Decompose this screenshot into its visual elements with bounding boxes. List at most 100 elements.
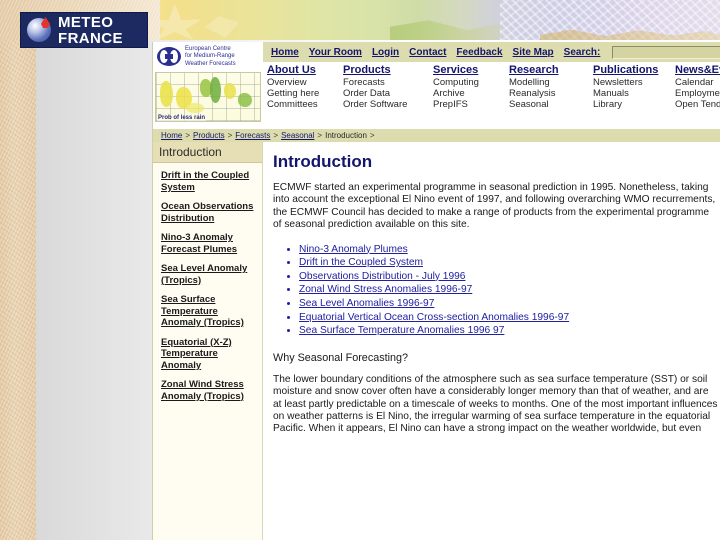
meteo-france-globe-icon [24, 15, 54, 45]
secondary-nav-columns: About Us Overview Getting here Committee… [263, 62, 720, 128]
link-nino3-anomaly-plumes[interactable]: Nino-3 Anomaly Plumes [299, 244, 408, 255]
nav-item-overview[interactable]: Overview [267, 77, 341, 88]
sidebar-item-nino3-forecast-plumes[interactable]: Nino-3 Anomaly Forecast Plumes [161, 232, 258, 255]
breadcrumb-item-current: Introduction [325, 131, 367, 140]
nav-site-map-link[interactable]: Site Map [513, 47, 554, 58]
sidebar-item-drift-coupled-system[interactable]: Drift in the Coupled System [161, 170, 258, 193]
map-caption: Prob of less rain [157, 115, 207, 121]
slide-canvas: METEO FRANCE European Centre for Medium-… [0, 0, 720, 540]
ecmwf-org-line2: for Medium-Range [185, 53, 235, 60]
list-item: Equatorial Vertical Ocean Cross-section … [299, 312, 718, 325]
nav-heading-services[interactable]: Services [433, 64, 507, 76]
nav-heading-products[interactable]: Products [343, 64, 431, 76]
map-anomaly-blob [160, 81, 173, 107]
nav-heading-research[interactable]: Research [509, 64, 591, 76]
breadcrumb-separator: > [227, 131, 233, 140]
ecmwf-org-name: European Centre for Medium-Range Weather… [185, 46, 236, 69]
map-anomaly-blob [210, 77, 221, 103]
nav-column-services: Services Computing Archive PrepIFS [433, 64, 507, 128]
nav-item-forecasts[interactable]: Forecasts [343, 77, 431, 88]
link-observations-distribution[interactable]: Observations Distribution - July 1996 [299, 271, 465, 282]
nav-item-calendar[interactable]: Calendar [675, 77, 720, 88]
nav-search-label[interactable]: Search: [564, 47, 601, 58]
nav-home-link[interactable]: Home [271, 47, 299, 58]
list-item: Sea Surface Temperature Anomalies 1996 9… [299, 325, 718, 338]
nav-your-room-link[interactable]: Your Room [309, 47, 362, 58]
nav-item-open-tenders[interactable]: Open Tenders [675, 99, 720, 110]
nav-item-computing[interactable]: Computing [433, 77, 507, 88]
nav-heading-about-us[interactable]: About Us [267, 64, 341, 76]
page-body: Introduction Drift in the Coupled System… [153, 142, 720, 540]
main-content: Introduction ECMWF started an experiment… [263, 142, 720, 540]
breadcrumb-item-home[interactable]: Home [161, 131, 182, 140]
nav-item-order-data[interactable]: Order Data [343, 88, 431, 99]
nav-heading-publications[interactable]: Publications [593, 64, 673, 76]
sidebar-item-sea-level-anomaly[interactable]: Sea Level Anomaly (Tropics) [161, 263, 258, 286]
breadcrumb-item-products[interactable]: Products [193, 131, 225, 140]
list-item: Zonal Wind Stress Anomalies 1996-97 [299, 284, 718, 297]
site-navigation: Home Your Room Login Contact Feedback Si… [263, 42, 720, 128]
nav-column-news-events: News&Events Calendar Employment Open Ten… [675, 64, 720, 128]
link-zonal-wind-stress-anomalies[interactable]: Zonal Wind Stress Anomalies 1996-97 [299, 284, 472, 295]
link-equatorial-cross-section[interactable]: Equatorial Vertical Ocean Cross-section … [299, 312, 569, 323]
nav-contact-link[interactable]: Contact [409, 47, 446, 58]
breadcrumb-separator: > [369, 131, 375, 140]
sidebar-item-sst-anomaly[interactable]: Sea Surface Temperature Anomaly (Tropics… [161, 294, 258, 329]
ecmwf-org-line3: Weather Forecasts [185, 60, 236, 67]
nav-item-getting-here[interactable]: Getting here [267, 88, 341, 99]
nav-heading-news-events[interactable]: News&Events [675, 64, 720, 76]
nav-item-archive[interactable]: Archive [433, 88, 507, 99]
map-anomaly-blob [224, 83, 236, 99]
meteo-france-logo-line2: FRANCE [58, 29, 123, 47]
ecmwf-webpage: European Centre for Medium-Range Weather… [152, 42, 720, 540]
breadcrumb-item-forecasts[interactable]: Forecasts [235, 131, 270, 140]
nav-item-order-software[interactable]: Order Software [343, 99, 431, 110]
primary-nav-bar: Home Your Room Login Contact Feedback Si… [263, 42, 720, 62]
nav-item-committees[interactable]: Committees [267, 99, 341, 110]
nav-item-newsletters[interactable]: Newsletters [593, 77, 673, 88]
breadcrumb-item-seasonal[interactable]: Seasonal [281, 131, 314, 140]
section-subheading: Why Seasonal Forecasting? [273, 351, 409, 364]
nav-item-modelling[interactable]: Modelling [509, 77, 591, 88]
ecmwf-brand-block: European Centre for Medium-Range Weather… [153, 42, 263, 128]
nav-item-prepifs[interactable]: PrepIFS [433, 99, 507, 110]
list-item: Nino-3 Anomaly Plumes [299, 244, 718, 257]
forecast-map-thumbnail[interactable]: Prob of less rain [155, 72, 261, 122]
link-drift-coupled-system[interactable]: Drift in the Coupled System [299, 257, 423, 268]
sidebar-link-list: Drift in the Coupled System Ocean Observ… [153, 163, 262, 402]
nav-login-link[interactable]: Login [372, 47, 399, 58]
link-sst-anomalies[interactable]: Sea Surface Temperature Anomalies 1996 9… [299, 325, 504, 336]
search-input[interactable] [612, 45, 720, 59]
nav-column-products: Products Forecasts Order Data Order Soft… [343, 64, 431, 128]
product-link-list: Nino-3 Anomaly Plumes Drift in the Coupl… [273, 244, 718, 338]
meteo-france-logo-line1: METEO [58, 13, 114, 31]
nav-item-employment[interactable]: Employment [675, 88, 720, 99]
list-item: Sea Level Anomalies 1996-97 [299, 298, 718, 311]
nav-item-seasonal[interactable]: Seasonal [509, 99, 591, 110]
nav-item-manuals[interactable]: Manuals [593, 88, 673, 99]
left-sidebar: Introduction Drift in the Coupled System… [153, 142, 263, 540]
breadcrumb-separator: > [273, 131, 279, 140]
meteo-france-logo: METEO FRANCE [20, 12, 148, 48]
body-paragraph: The lower boundary conditions of the atm… [273, 373, 718, 435]
map-anomaly-blob [186, 103, 204, 113]
sidebar-item-zonal-wind-stress[interactable]: Zonal Wind Stress Anomaly (Tropics) [161, 379, 258, 402]
list-item: Drift in the Coupled System [299, 257, 718, 270]
nav-column-about-us: About Us Overview Getting here Committee… [267, 64, 341, 128]
banner-leaf-small-icon [205, 16, 239, 38]
nav-item-library[interactable]: Library [593, 99, 673, 110]
breadcrumb-separator: > [185, 131, 191, 140]
ecmwf-org-line1: European Centre [185, 45, 231, 52]
intro-paragraph: ECMWF started an experimental programme … [273, 182, 716, 231]
nav-column-research: Research Modelling Reanalysis Seasonal [509, 64, 591, 128]
list-item: Observations Distribution - July 1996 [299, 271, 718, 284]
banner-foliage-shape [390, 20, 500, 40]
link-sea-level-anomalies[interactable]: Sea Level Anomalies 1996-97 [299, 298, 434, 309]
sidebar-item-ocean-observations[interactable]: Ocean Observations Distribution [161, 201, 258, 224]
sand-texture-strip [0, 0, 36, 540]
sidebar-item-equatorial-temperature[interactable]: Equatorial (X-Z) Temperature Anomaly [161, 337, 258, 372]
sidebar-heading: Introduction [153, 142, 262, 163]
nav-feedback-link[interactable]: Feedback [456, 47, 502, 58]
nav-item-reanalysis[interactable]: Reanalysis [509, 88, 591, 99]
site-header: European Centre for Medium-Range Weather… [153, 42, 720, 128]
